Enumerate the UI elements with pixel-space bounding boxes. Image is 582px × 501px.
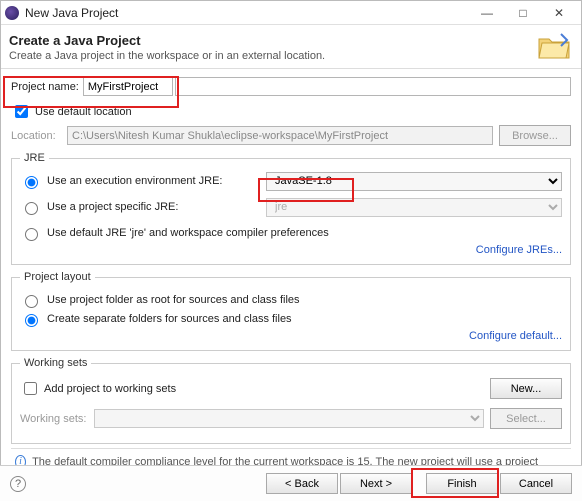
close-button[interactable]: ✕ [541, 2, 577, 24]
project-layout-group: Project layout Use project folder as roo… [11, 271, 571, 351]
jre-group: JRE Use an execution environment JRE: Ja… [11, 152, 571, 265]
new-working-set-button[interactable]: New... [490, 378, 562, 399]
back-button[interactable]: < Back [266, 473, 338, 494]
browse-button: Browse... [499, 125, 571, 146]
jre-exec-env-select[interactable]: JavaSE-1.8 [266, 172, 562, 191]
working-sets-group: Working sets Add project to working sets… [11, 357, 571, 444]
location-input [67, 126, 493, 145]
jre-default-label: Use default JRE 'jre' and workspace comp… [47, 227, 329, 239]
add-to-working-sets-label: Add project to working sets [44, 383, 176, 395]
configure-jres-link[interactable]: Configure JREs... [20, 244, 562, 256]
minimize-button[interactable]: — [469, 2, 505, 24]
layout-separate-radio[interactable] [25, 314, 38, 327]
location-label: Location: [11, 130, 63, 142]
eclipse-icon [5, 6, 19, 20]
wizard-header: Create a Java Project Create a Java proj… [1, 25, 581, 69]
help-button[interactable]: ? [10, 476, 26, 492]
working-sets-select [94, 409, 484, 428]
project-name-input[interactable] [83, 77, 173, 96]
folder-wizard-icon [537, 31, 571, 61]
project-name-row: Project name: [11, 77, 571, 96]
finish-button[interactable]: Finish [426, 473, 498, 494]
page-subtitle: Create a Java project in the workspace o… [9, 50, 569, 62]
project-name-label: Project name: [11, 81, 79, 93]
use-default-location-label: Use default location [35, 106, 132, 118]
jre-exec-env-label: Use an execution environment JRE: [47, 175, 222, 187]
next-button[interactable]: Next > [340, 473, 412, 494]
use-default-location-checkbox[interactable] [15, 105, 28, 118]
select-working-sets-button: Select... [490, 408, 562, 429]
add-to-working-sets-checkbox[interactable] [24, 382, 37, 395]
page-title: Create a Java Project [9, 33, 569, 48]
jre-exec-env-radio[interactable] [25, 176, 38, 189]
jre-project-specific-select: jre [266, 198, 562, 217]
project-name-input-ext[interactable] [175, 77, 571, 96]
jre-project-specific-radio[interactable] [25, 202, 38, 215]
layout-root-label: Use project folder as root for sources a… [47, 294, 300, 306]
jre-project-specific-label: Use a project specific JRE: [47, 201, 178, 213]
configure-default-link[interactable]: Configure default... [20, 330, 562, 342]
jre-legend: JRE [20, 152, 49, 164]
title-bar: New Java Project — □ ✕ [1, 1, 581, 25]
layout-root-radio[interactable] [25, 295, 38, 308]
project-layout-legend: Project layout [20, 271, 95, 283]
working-sets-legend: Working sets [20, 357, 91, 369]
jre-default-radio[interactable] [25, 228, 38, 241]
button-bar: ? < Back Next > Finish Cancel [0, 465, 582, 501]
layout-separate-label: Create separate folders for sources and … [47, 313, 292, 325]
window-title: New Java Project [25, 6, 469, 20]
cancel-button[interactable]: Cancel [500, 473, 572, 494]
working-sets-label: Working sets: [20, 413, 90, 425]
maximize-button[interactable]: □ [505, 2, 541, 24]
